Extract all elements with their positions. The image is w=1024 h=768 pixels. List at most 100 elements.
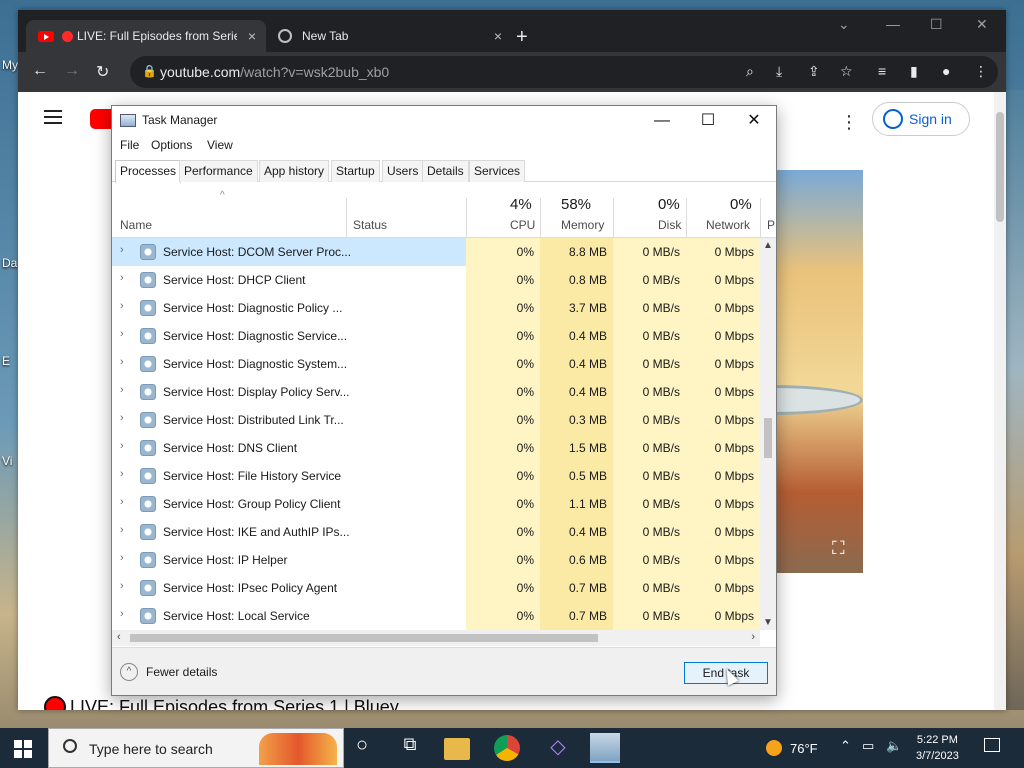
scrollbar-thumb[interactable] (764, 418, 772, 458)
expand-chevron-icon[interactable]: › (120, 328, 124, 340)
menu-file[interactable]: File (120, 138, 139, 152)
expand-chevron-icon[interactable]: › (120, 608, 124, 620)
expand-chevron-icon[interactable]: › (120, 496, 124, 508)
expand-chevron-icon[interactable]: › (120, 384, 124, 396)
page-scrollbar[interactable] (994, 92, 1006, 710)
menu-view[interactable]: View (207, 138, 233, 152)
chrome-icon[interactable] (494, 735, 520, 761)
scroll-down-icon[interactable]: ▼ (763, 617, 773, 628)
tab-services[interactable]: Services (469, 160, 526, 182)
bookmark-star-icon[interactable]: ☆ (840, 63, 853, 80)
process-row[interactable]: › Service Host: IKE and AuthIP IPs... 0%… (112, 518, 760, 546)
process-row[interactable]: › Service Host: Display Policy Serv... 0… (112, 378, 760, 406)
process-row[interactable]: › Service Host: Local Service 0% 0.7 MB … (112, 602, 760, 630)
vertical-scrollbar[interactable]: ▲ ▼ (760, 238, 776, 630)
fullscreen-icon[interactable]: ⛶ (832, 538, 845, 559)
col-cpu[interactable]: CPU (510, 218, 535, 232)
system-clock[interactable]: 5:22 PM 3/7/2023 (916, 732, 959, 764)
file-explorer-icon[interactable] (444, 738, 470, 760)
windows-start-icon[interactable] (14, 740, 32, 758)
tab-close-icon[interactable]: × (248, 28, 256, 44)
tab-app-history[interactable]: App history (259, 160, 330, 182)
menu-options[interactable]: Options (151, 138, 192, 152)
fewer-details-button[interactable]: ^ Fewer details (120, 663, 217, 681)
browser-tab-new[interactable]: New Tab × (268, 20, 502, 52)
title-bar[interactable]: Task Manager — ☐ ✕ (112, 106, 776, 136)
share-icon[interactable]: ⇪ (808, 63, 820, 80)
visual-studio-icon[interactable]: ◇ (544, 734, 572, 762)
process-row[interactable]: › Service Host: DHCP Client 0% 0.8 MB 0 … (112, 266, 760, 294)
task-manager-taskbar-icon[interactable] (590, 733, 620, 763)
install-icon[interactable]: ⤓ (776, 63, 782, 80)
menu-kebab-icon[interactable]: ⋮ (974, 63, 988, 80)
minimize-icon[interactable]: — (886, 16, 900, 32)
expand-chevron-icon[interactable]: › (120, 244, 124, 256)
close-icon[interactable]: ✕ (732, 109, 776, 133)
scrollbar-thumb[interactable] (130, 634, 598, 642)
process-row[interactable]: › Service Host: IP Helper 0% 0.6 MB 0 MB… (112, 546, 760, 574)
col-power-partial[interactable]: P (767, 218, 775, 232)
show-hidden-icons-chevron-icon[interactable]: ⌃ (840, 738, 851, 754)
horizontal-scrollbar[interactable]: ‹ › (112, 630, 760, 646)
expand-chevron-icon[interactable]: › (120, 440, 124, 452)
address-bar[interactable]: 🔒 youtube.com/watch?v=wsk2bub_xb0 ⌕ ⤓ ⇪ … (130, 56, 998, 88)
weather-widget[interactable]: 76°F (766, 740, 818, 756)
col-status[interactable]: Status (353, 218, 387, 232)
col-network[interactable]: Network (706, 218, 750, 232)
tab-search-icon[interactable]: ⌄ (838, 16, 850, 33)
expand-chevron-icon[interactable]: › (120, 412, 124, 424)
process-row[interactable]: › Service Host: Diagnostic System... 0% … (112, 350, 760, 378)
process-row[interactable]: › Service Host: File History Service 0% … (112, 462, 760, 490)
side-panel-icon[interactable]: ▮ (910, 63, 918, 80)
media-queue-icon[interactable]: ≡ (878, 63, 886, 79)
maximize-icon[interactable]: ☐ (930, 16, 943, 33)
expand-chevron-icon[interactable]: › (120, 580, 124, 592)
tab-details[interactable]: Details (422, 160, 469, 182)
expand-chevron-icon[interactable]: › (120, 272, 124, 284)
sign-in-button[interactable]: Sign in (872, 102, 970, 136)
tab-startup[interactable]: Startup (331, 160, 380, 182)
browser-tab-youtube[interactable]: LIVE: Full Episodes from Series 1 | Blue… (26, 20, 266, 52)
settings-kebab-icon[interactable]: ⋮ (840, 112, 858, 133)
col-disk[interactable]: Disk (658, 218, 681, 232)
profile-icon[interactable]: ● (942, 63, 950, 79)
expand-chevron-icon[interactable]: › (120, 300, 124, 312)
close-window-icon[interactable]: ✕ (976, 16, 988, 33)
tab-performance[interactable]: Performance (179, 160, 258, 182)
scroll-left-icon[interactable]: ‹ (117, 631, 121, 643)
process-row[interactable]: › Service Host: Group Policy Client 0% 1… (112, 490, 760, 518)
task-view-icon[interactable]: ⧉ (396, 734, 424, 762)
maximize-icon[interactable]: ☐ (686, 109, 730, 133)
scrollbar-thumb[interactable] (996, 112, 1004, 222)
forward-icon[interactable]: → (64, 62, 80, 80)
process-row[interactable]: › Service Host: DNS Client 0% 1.5 MB 0 M… (112, 434, 760, 462)
tab-close-icon[interactable]: × (494, 28, 502, 44)
scroll-up-icon[interactable]: ▲ (763, 240, 773, 251)
expand-chevron-icon[interactable]: › (120, 356, 124, 368)
cortana-icon[interactable]: ○ (348, 734, 376, 762)
process-row[interactable]: › Service Host: IPsec Policy Agent 0% 0.… (112, 574, 760, 602)
expand-chevron-icon[interactable]: › (120, 552, 124, 564)
tab-users[interactable]: Users (382, 160, 424, 182)
reload-icon[interactable]: ↻ (96, 62, 109, 82)
new-tab-button[interactable]: + (516, 26, 528, 49)
process-row[interactable]: › Service Host: Distributed Link Tr... 0… (112, 406, 760, 434)
process-row[interactable]: › Service Host: Diagnostic Service... 0%… (112, 322, 760, 350)
network-icon[interactable]: ▭ (862, 738, 874, 754)
disk-total: 0% (658, 196, 680, 213)
taskbar-search-box[interactable]: Type here to search (48, 728, 344, 768)
process-row[interactable]: › Service Host: DCOM Server Proc... 0% 8… (112, 238, 760, 266)
search-icon[interactable]: ⌕ (746, 63, 754, 80)
process-row[interactable]: › Service Host: Diagnostic Policy ... 0%… (112, 294, 760, 322)
col-name[interactable]: Name (120, 218, 152, 232)
col-memory[interactable]: Memory (561, 218, 604, 232)
tab-processes[interactable]: Processes (115, 160, 182, 183)
expand-chevron-icon[interactable]: › (120, 468, 124, 480)
scroll-right-icon[interactable]: › (751, 631, 755, 643)
notifications-icon[interactable] (984, 738, 1000, 752)
volume-icon[interactable]: 🔈 (886, 738, 902, 754)
hamburger-menu-icon[interactable] (44, 110, 62, 124)
minimize-icon[interactable]: — (640, 109, 684, 133)
back-icon[interactable]: ← (32, 62, 48, 80)
expand-chevron-icon[interactable]: › (120, 524, 124, 536)
